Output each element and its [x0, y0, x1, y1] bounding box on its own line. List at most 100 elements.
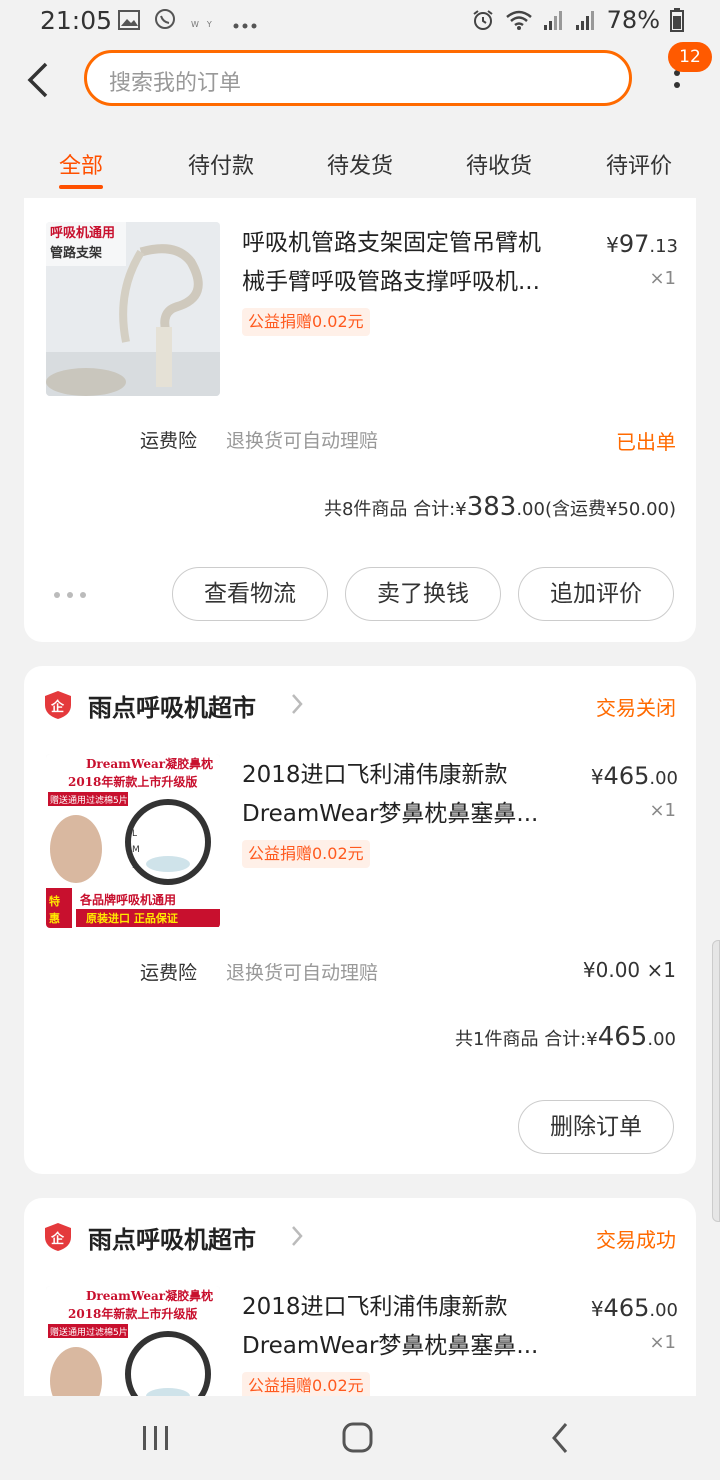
recent-apps-icon — [143, 1426, 168, 1450]
price-symbol: ¥ — [590, 765, 604, 789]
order-card: 企 雨点呼吸机超市 交易关闭 DreamWear凝胶鼻枕 2018年新款上市升级… — [24, 666, 696, 1174]
product-title[interactable]: 呼吸机管路支架固定管吊臂机械手臂呼吸管路支撑呼吸机... — [242, 224, 552, 302]
svg-text:企: 企 — [50, 1231, 65, 1247]
order-item[interactable]: 呼吸机通用 管路支架 呼吸机管路支架固定管吊臂机械手臂呼吸管路支撑呼吸机... … — [24, 222, 696, 402]
back-nav-button[interactable] — [530, 1416, 590, 1460]
order-item[interactable]: DreamWear凝胶鼻枕 2018年新款上市升级版 赠送通用过滤棉5片 L M… — [24, 754, 696, 934]
wyze-icon: WYZE — [191, 20, 238, 29]
back-button[interactable] — [22, 60, 58, 100]
tab-pending-shipment[interactable]: 待发货 — [327, 148, 393, 180]
home-button[interactable] — [328, 1416, 388, 1460]
thumb-text: DreamWear凝胶鼻枕 — [86, 756, 213, 771]
dot — [80, 592, 86, 598]
notification-icons: WYZE — [118, 8, 257, 35]
order-card: 企 雨点呼吸机超市 交易成功 DreamWear凝胶鼻枕 2018年新款上市升级… — [24, 1198, 696, 1418]
shop-name[interactable]: 雨点呼吸机超市 — [88, 688, 256, 723]
thumb-text: 2018年新款上市升级版 — [68, 1306, 197, 1321]
svg-text:企: 企 — [50, 699, 65, 715]
tab-pending-payment[interactable]: 待付款 — [188, 148, 254, 180]
svg-text:L: L — [132, 829, 137, 839]
product-qty: ×1 — [649, 800, 676, 821]
tab-pending-review[interactable]: 待评价 — [606, 148, 672, 180]
more-dots-icon — [233, 23, 257, 29]
order-card: 呼吸机通用 管路支架 呼吸机管路支架固定管吊臂机械手臂呼吸管路支撑呼吸机... … — [24, 198, 696, 642]
product-title[interactable]: 2018进口飞利浦伟康新款DreamWear梦鼻枕鼻塞鼻... — [242, 756, 552, 834]
svg-text:M: M — [132, 845, 140, 855]
product-title[interactable]: 2018进口飞利浦伟康新款DreamWear梦鼻枕鼻塞鼻... — [242, 1288, 552, 1366]
thumb-text: 原装进口 正品保证 — [86, 911, 178, 925]
product-image: DreamWear凝胶鼻枕 2018年新款上市升级版 赠送通用过滤棉5片 L M… — [46, 754, 220, 928]
product-thumbnail[interactable]: DreamWear凝胶鼻枕 2018年新款上市升级版 赠送通用过滤棉5片 L M… — [46, 754, 220, 928]
system-nav-bar — [0, 1396, 720, 1480]
insurance-status: 已出单 — [616, 430, 676, 454]
shipping-insurance-row: 运费险 退换货可自动理赔 ¥0.00 ×1 — [24, 954, 696, 994]
item-count: 共1件商品 — [455, 1029, 539, 1050]
more-dot — [674, 82, 680, 88]
edge-panel-handle[interactable] — [712, 940, 720, 1222]
recent-apps-button[interactable] — [126, 1416, 186, 1460]
total-label: 合计: — [544, 1029, 587, 1050]
resell-button[interactable]: 卖了换钱 — [345, 567, 501, 621]
total-symbol: ¥ — [455, 499, 467, 520]
dot — [54, 592, 60, 598]
product-qty: ×1 — [649, 268, 676, 289]
home-icon — [342, 1422, 373, 1453]
total-label: 合计: — [413, 499, 456, 520]
price-int: 465 — [603, 1294, 650, 1322]
order-status: 交易成功 — [596, 1228, 676, 1252]
status-bar: 21:05 WYZE 78% — [0, 0, 720, 44]
search-placeholder: 搜索我的订单 — [109, 71, 242, 96]
battery-percent: 78% — [606, 6, 660, 34]
thumb-text: 赠送通用过滤棉5片 — [50, 794, 128, 806]
insurance-label: 运费险 — [140, 430, 198, 452]
total-dec: .00 — [516, 499, 545, 520]
shipping-insurance-row: 运费险 退换货可自动理赔 已出单 — [24, 422, 696, 462]
price-int: 97 — [618, 230, 650, 258]
price-dec: .00 — [649, 768, 678, 789]
tab-pending-receipt[interactable]: 待收货 — [466, 148, 532, 180]
shop-name[interactable]: 雨点呼吸机超市 — [88, 1220, 256, 1255]
thumb-text: 各品牌呼吸机通用 — [79, 892, 176, 907]
shipping-fee: (含运费¥50.00) — [544, 499, 676, 520]
wifi-icon — [505, 10, 532, 30]
product-image: 呼吸机通用 管路支架 — [46, 222, 220, 396]
signal-icon-2 — [575, 11, 594, 30]
back-icon — [552, 1423, 568, 1453]
image-icon — [118, 10, 140, 30]
thumb-text: DreamWear凝胶鼻枕 — [86, 1288, 213, 1303]
thumb-text: 呼吸机通用 — [50, 225, 115, 241]
status-right: 78% — [471, 6, 684, 34]
svg-text:特: 特 — [49, 894, 60, 908]
tab-all[interactable]: 全部 — [59, 148, 103, 180]
order-tabs: 全部 待付款 待发货 待收货 待评价 — [0, 128, 720, 198]
delete-order-button[interactable]: 删除订单 — [518, 1100, 674, 1154]
product-qty: ×1 — [649, 1332, 676, 1353]
signal-icon — [543, 11, 562, 30]
charity-donation-tag: 公益捐赠0.02元 — [242, 840, 370, 868]
top-bar: 搜索我的订单 12 — [0, 42, 720, 120]
price-symbol: ¥ — [590, 1297, 604, 1321]
add-review-button[interactable]: 追加评价 — [518, 567, 674, 621]
svg-text:惠: 惠 — [49, 911, 60, 925]
battery-icon — [670, 8, 684, 32]
total-symbol: ¥ — [586, 1029, 598, 1050]
shop-logo-icon: 企 — [45, 691, 71, 719]
shop-header[interactable]: 企 雨点呼吸机超市 交易成功 — [24, 1198, 696, 1278]
search-input[interactable]: 搜索我的订单 — [84, 50, 632, 106]
alarm-icon — [473, 10, 493, 30]
dot — [67, 592, 73, 598]
product-thumbnail[interactable]: 呼吸机通用 管路支架 — [46, 222, 220, 396]
chevron-right-icon — [292, 1226, 303, 1246]
total-int: 465 — [597, 1022, 648, 1052]
insurance-desc: 退换货可自动理赔 — [226, 962, 379, 984]
more-actions-button[interactable] — [52, 590, 92, 600]
view-logistics-button[interactable]: 查看物流 — [172, 567, 328, 621]
chevron-right-icon — [292, 694, 303, 714]
price-int: 465 — [603, 762, 650, 790]
item-count: 共8件商品 — [323, 499, 408, 520]
thumb-text: 管路支架 — [50, 245, 102, 261]
shop-header[interactable]: 企 雨点呼吸机超市 交易关闭 — [24, 666, 696, 746]
total-dec: .00 — [647, 1029, 676, 1050]
status-time: 21:05 — [40, 6, 113, 35]
svg-text:WYZE: WYZE — [191, 20, 219, 29]
